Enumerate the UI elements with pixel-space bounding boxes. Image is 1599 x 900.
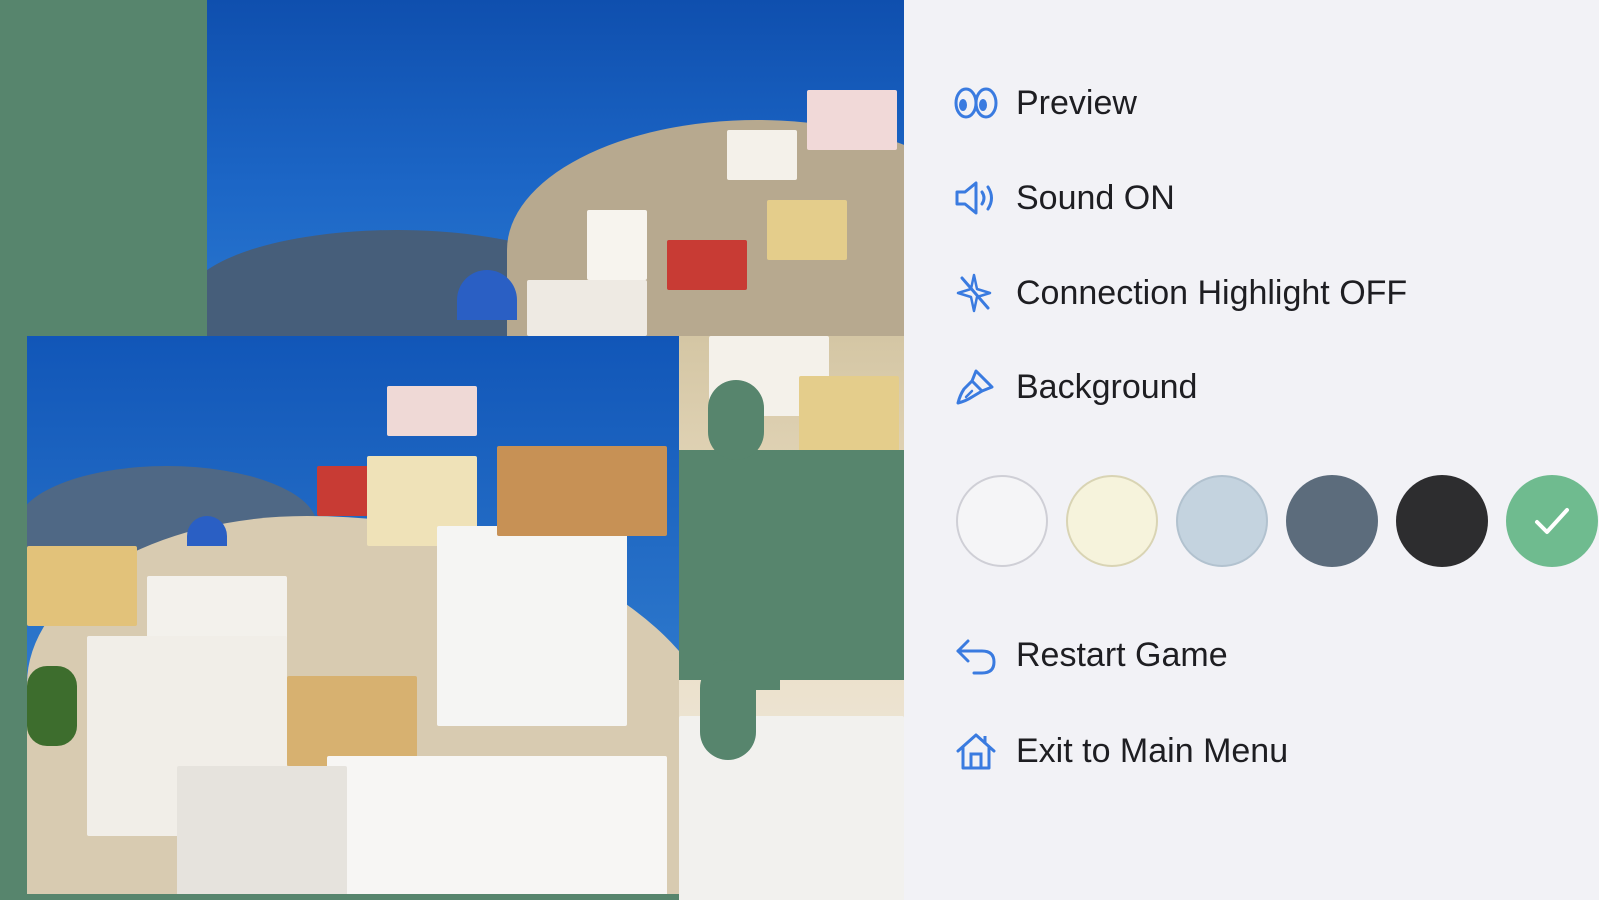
exit-main-menu-button[interactable]: Exit to Main Menu xyxy=(954,726,1288,776)
swatch-charcoal[interactable] xyxy=(1396,475,1488,567)
swatch-slate[interactable] xyxy=(1286,475,1378,567)
preview-label: Preview xyxy=(1016,83,1137,122)
paint-brush-icon xyxy=(954,367,1002,407)
house-icon xyxy=(954,731,1002,771)
speaker-icon xyxy=(954,178,1002,218)
preview-button[interactable]: Preview xyxy=(954,78,1137,128)
empty-piece-slot[interactable] xyxy=(679,450,904,680)
background-label: Background xyxy=(1016,367,1198,406)
swatch-cream[interactable] xyxy=(1066,475,1158,567)
connection-highlight-label: Connection Highlight OFF xyxy=(1016,273,1408,312)
background-color-swatches xyxy=(956,475,1598,569)
sound-toggle[interactable]: Sound ON xyxy=(954,173,1175,223)
checkmark-icon xyxy=(1535,508,1569,534)
settings-menu: Preview Sound ON Connection Highlight OF… xyxy=(904,0,1599,900)
swatch-light-blue[interactable] xyxy=(1176,475,1268,567)
restart-game-label: Restart Game xyxy=(1016,635,1228,674)
background-option[interactable]: Background xyxy=(954,362,1197,412)
connection-highlight-toggle[interactable]: Connection Highlight OFF xyxy=(954,268,1407,318)
puzzle-board[interactable] xyxy=(0,0,904,900)
sound-label: Sound ON xyxy=(1016,178,1175,217)
puzzle-image-main xyxy=(27,336,679,894)
puzzle-image-top xyxy=(207,0,904,336)
eyes-icon xyxy=(954,83,1002,123)
swatch-green[interactable] xyxy=(1506,475,1598,567)
restart-arrow-icon xyxy=(954,635,1002,675)
exit-main-menu-label: Exit to Main Menu xyxy=(1016,731,1289,770)
swatch-white[interactable] xyxy=(956,475,1048,567)
sparkle-off-icon xyxy=(954,273,1002,313)
restart-game-button[interactable]: Restart Game xyxy=(954,630,1228,680)
